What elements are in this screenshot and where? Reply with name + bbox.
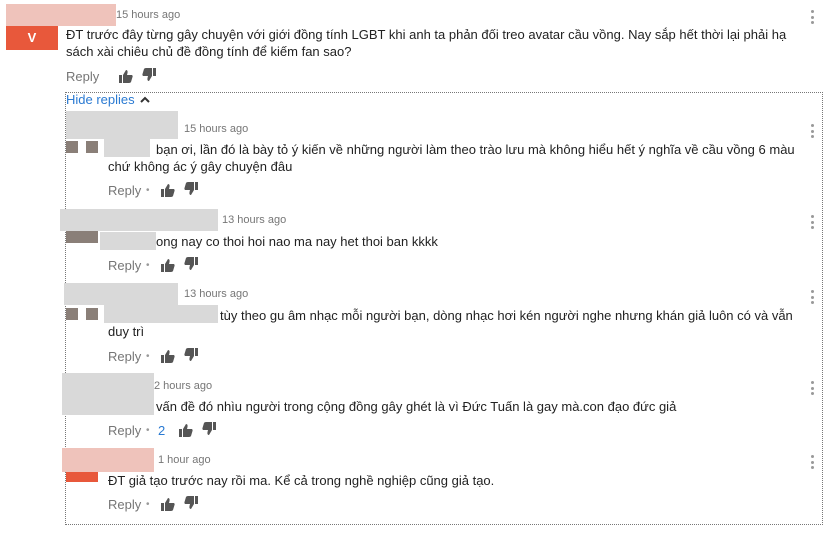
reply-time[interactable]: 2 hours ago: [154, 380, 212, 392]
reply-text-line1: ĐT giả tạo trước nay rồi ma. Kể cả trong…: [108, 473, 495, 488]
separator-dot: •: [146, 499, 150, 510]
comment-time[interactable]: 15 hours ago: [116, 9, 180, 21]
avatar[interactable]: [66, 308, 78, 320]
comment-text-line1: ĐT trước đây từng gây chuyện với giới đồ…: [66, 27, 787, 42]
avatar-fragment: [86, 308, 98, 320]
reply-text-line2: chứ không ác ý gây chuyện đâu: [108, 159, 293, 174]
thumbs-down-icon[interactable]: [184, 348, 198, 362]
like-count: 2: [158, 423, 166, 438]
thumbs-down-icon[interactable]: [202, 422, 216, 436]
reply-button[interactable]: Reply: [108, 258, 141, 273]
more-options-icon[interactable]: [810, 10, 814, 24]
reply-button[interactable]: Reply: [108, 497, 141, 512]
reply-text-line1: bạn ơi, lần đó là bày tỏ ý kiến về những…: [156, 142, 795, 157]
reply-text-line1: vấn đề đó nhìu người trong cộng đồng gây…: [156, 399, 677, 414]
thumbs-up-icon[interactable]: [119, 69, 133, 83]
reply-button[interactable]: Reply: [108, 423, 141, 438]
more-options-icon[interactable]: [810, 381, 814, 395]
more-options-icon[interactable]: [810, 124, 814, 138]
separator-dot: •: [146, 260, 150, 271]
redacted-mention: [104, 139, 150, 157]
avatar-fragment: [86, 141, 98, 153]
reply-button[interactable]: Reply: [108, 183, 141, 198]
thumbs-up-icon[interactable]: [179, 423, 193, 437]
redacted-username: [64, 283, 178, 305]
thumbs-up-icon[interactable]: [161, 349, 175, 363]
avatar[interactable]: V: [6, 26, 58, 50]
more-options-icon[interactable]: [810, 290, 814, 304]
more-options-icon[interactable]: [810, 215, 814, 229]
thumbs-down-icon[interactable]: [184, 496, 198, 510]
thumbs-down-icon[interactable]: [142, 68, 156, 82]
avatar[interactable]: [66, 231, 98, 243]
thumbs-down-icon[interactable]: [184, 257, 198, 271]
reply-time[interactable]: 1 hour ago: [158, 454, 211, 466]
redacted-mention: [104, 305, 218, 323]
more-options-icon[interactable]: [810, 455, 814, 469]
reply-time[interactable]: 13 hours ago: [184, 288, 248, 300]
redacted-username: [60, 209, 218, 231]
redacted-username: [62, 373, 154, 415]
reply-text-line2: duy trì: [108, 324, 145, 339]
reply-button[interactable]: Reply: [66, 69, 99, 84]
avatar[interactable]: [66, 141, 78, 153]
thumbs-down-icon[interactable]: [184, 182, 198, 196]
reply-text-line1: tùy theo gu âm nhạc mỗi người bạn, dòng …: [220, 308, 793, 323]
thumbs-up-icon[interactable]: [161, 258, 175, 272]
redacted-username: [6, 4, 116, 26]
avatar[interactable]: [66, 472, 98, 482]
separator-dot: •: [146, 351, 150, 362]
thumbs-up-icon[interactable]: [161, 183, 175, 197]
reply-time[interactable]: 15 hours ago: [184, 123, 248, 135]
redacted-mention: [100, 232, 156, 250]
redacted-username: [62, 448, 154, 472]
reply-text-line1: ong nay co thoi hoi nao ma nay het thoi …: [156, 234, 438, 249]
reply-time[interactable]: 13 hours ago: [222, 214, 286, 226]
thumbs-up-icon[interactable]: [161, 497, 175, 511]
redacted-username: [66, 111, 178, 139]
separator-dot: •: [146, 185, 150, 196]
reply-button[interactable]: Reply: [108, 349, 141, 364]
separator-dot: •: [146, 425, 150, 436]
comment-text-line2: sách xài chiêu chủ đề đồng tính để kiếm …: [66, 44, 352, 59]
